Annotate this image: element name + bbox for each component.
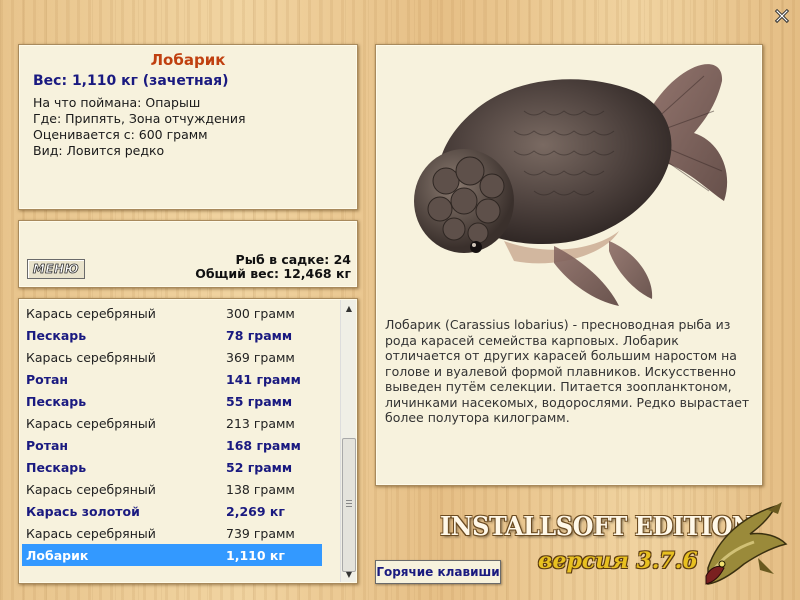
info-rarity: Вид: Ловится редко [33,143,165,158]
fish-weight: Вес: 1,110 кг (зачетная) [33,73,229,89]
scroll-up-button[interactable]: ▲ [341,300,357,316]
list-item-name: Ротан [26,438,69,453]
fish-description-panel: Лобарик (Carassius lobarius) - пресновод… [375,44,763,486]
list-item[interactable]: Ротан 168 грамм [22,434,322,456]
catch-list[interactable]: Карась серебряный 300 грамм Пескарь 78 грам… [18,298,358,584]
list-item-weight: 138 грамм [226,482,295,497]
list-item[interactable]: Карась серебряный 138 грамм [22,478,322,500]
info-bait: На что поймана: Опарыш [33,95,201,110]
version-label: версия 3.7.6 [538,548,698,574]
list-item-weight: 300 грамм [226,306,295,321]
list-item-name: Карась серебряный [26,416,156,431]
list-item[interactable]: Карась золотой 2,269 кг [22,500,322,522]
list-item[interactable]: Карась серебряный 213 грамм [22,412,322,434]
chevron-down-icon: ▼ [345,569,353,579]
keepnet-summary-panel: МЕНЮ Рыб в садке: 24 Общий вес: 12,468 к… [18,220,358,288]
list-item-name: Пескарь [26,394,87,409]
list-item-weight: 78 грамм [226,328,293,343]
fish-description: Лобарик (Carassius lobarius) - пресновод… [385,317,750,425]
fish-info-panel: Лобарик Вес: 1,110 кг (зачетная) На что … [18,44,358,210]
list-item-weight: 141 грамм [226,372,301,387]
list-item[interactable]: Пескарь 55 грамм [22,390,322,412]
list-item[interactable]: Карась серебряный 739 грамм [22,522,322,544]
list-item-name: Карась серебряный [26,526,156,541]
list-item-name: Пескарь [26,460,87,475]
scroll-down-button[interactable]: ▼ [341,566,357,582]
menu-label: МЕНЮ [32,262,80,277]
list-item[interactable]: Карась серебряный 369 грамм [22,346,322,368]
close-button[interactable]: ✕ [771,4,793,30]
fish-title: Лобарик [150,51,226,69]
list-item-weight: 369 грамм [226,350,295,365]
list-item-selected[interactable]: Лобарик 1,110 кг [22,544,322,566]
list-item-weight: 52 грамм [226,460,293,475]
total-weight: Общий вес: 12,468 кг [195,266,351,281]
close-icon: ✕ [772,4,792,30]
list-item[interactable]: Ротан 141 грамм [22,368,322,390]
list-item-name: Карась серебряный [26,482,156,497]
list-scrollbar[interactable]: ▲ ▼ [340,300,356,582]
info-location: Где: Припять, Зона отчуждения [33,111,246,126]
chevron-up-icon: ▲ [345,303,353,313]
list-item[interactable]: Пескарь 78 грамм [22,324,322,346]
list-item-weight: 168 грамм [226,438,301,453]
list-item[interactable]: Пескарь 52 грамм [22,456,322,478]
fish-count: Рыб в садке: 24 [235,252,351,267]
scrollbar-thumb[interactable] [342,438,356,572]
list-item-weight: 1,110 кг [226,548,285,563]
list-item-name: Пескарь [26,328,87,343]
list-item[interactable]: Карась серебряный 300 грамм [22,302,322,324]
list-item-weight: 55 грамм [226,394,293,409]
pike-icon [705,502,788,585]
hotkeys-label: Горячие клавиши [376,565,500,579]
list-item-name: Карась серебряный [26,350,156,365]
list-item-weight: 739 грамм [226,526,295,541]
scrollbar-grip [346,499,352,507]
list-item-weight: 2,269 кг [226,504,285,519]
info-min-weight: Оценивается с: 600 грамм [33,127,208,142]
list-item-name: Ротан [26,372,69,387]
list-item-name: Карась золотой [26,504,140,519]
fish-picture [414,64,728,306]
list-item-name: Лобарик [26,548,89,563]
list-item-name: Карась серебряный [26,306,156,321]
menu-button[interactable]: МЕНЮ [27,259,85,279]
hotkeys-button[interactable]: Горячие клавиши [375,560,501,584]
list-item-weight: 213 грамм [226,416,295,431]
